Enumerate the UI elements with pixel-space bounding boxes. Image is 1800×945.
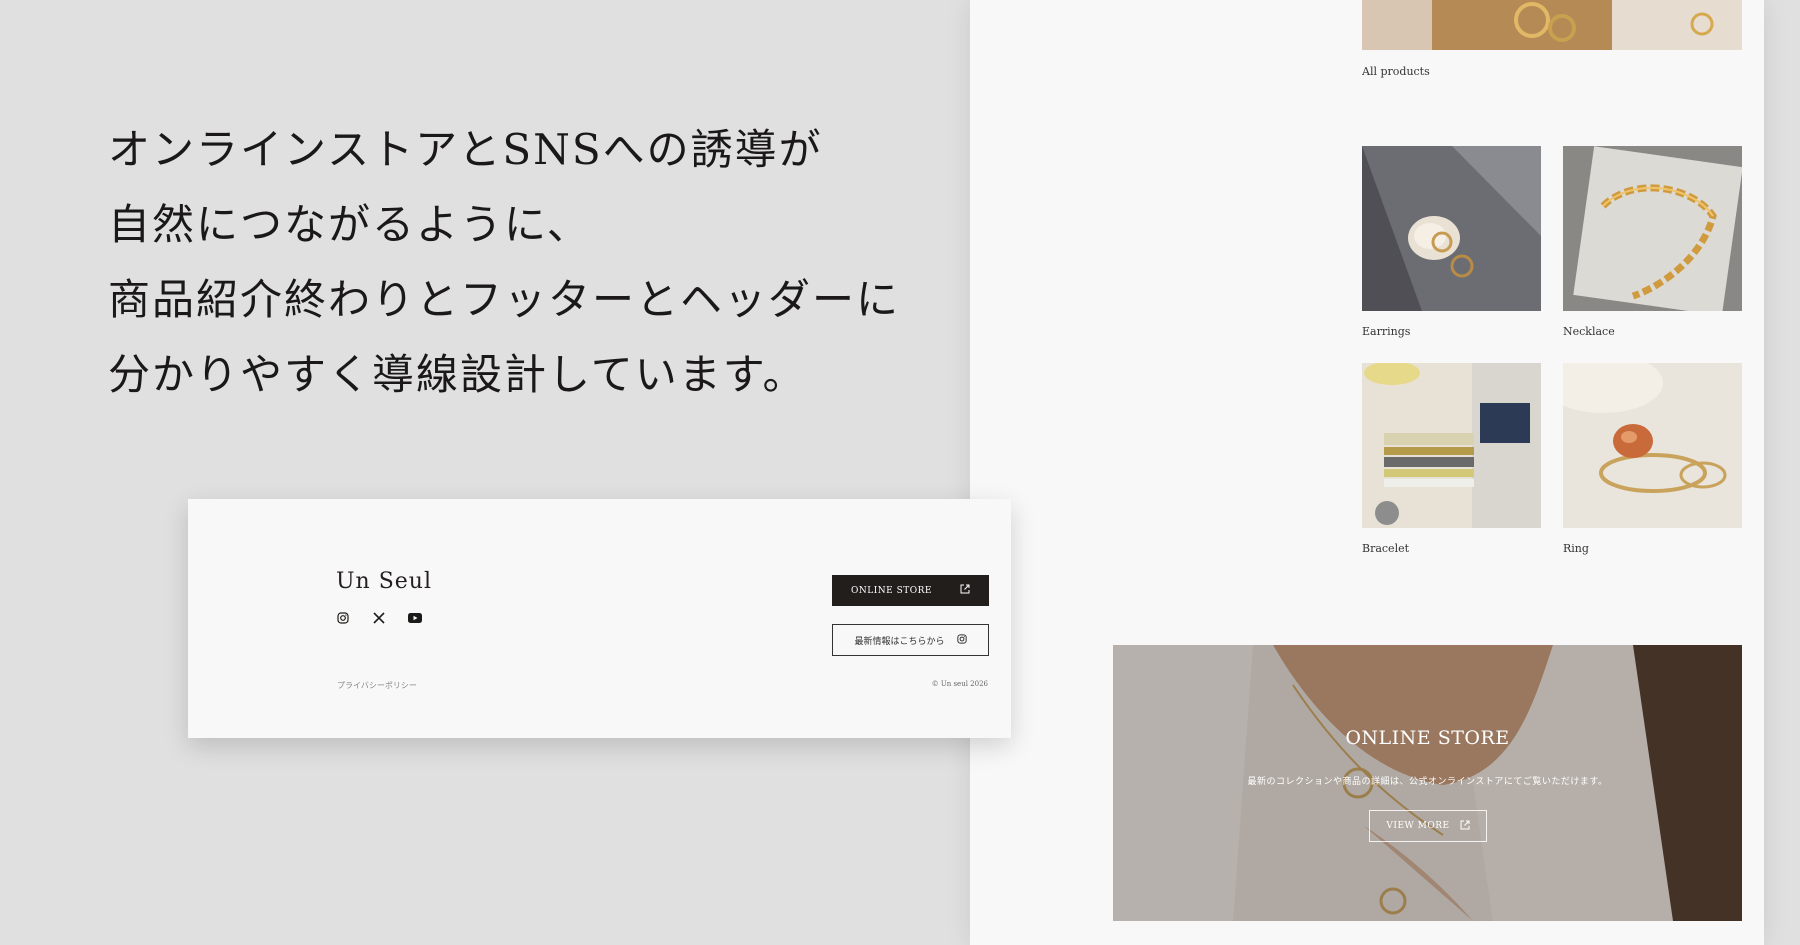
view-more-label: VIEW MORE bbox=[1386, 821, 1450, 831]
headline-line-1: オンラインストアとSNSへの誘導が bbox=[108, 125, 823, 174]
instagram-icon[interactable] bbox=[336, 611, 350, 625]
category-label-earrings[interactable]: Earrings bbox=[1362, 325, 1410, 338]
necklace-photo[interactable] bbox=[1563, 146, 1742, 311]
external-link-icon bbox=[1460, 820, 1470, 833]
bracelet-photo[interactable] bbox=[1362, 363, 1541, 528]
instagram-icon bbox=[956, 633, 967, 647]
category-label-necklace[interactable]: Necklace bbox=[1563, 325, 1615, 338]
youtube-icon[interactable] bbox=[408, 611, 422, 625]
view-more-button[interactable]: VIEW MORE bbox=[1369, 810, 1487, 842]
bracelet-image bbox=[1362, 363, 1541, 528]
all-products-image bbox=[1362, 0, 1742, 50]
headline: オンラインストアとSNSへの誘導が 自然につながるように、 商品紹介終わりとフッ… bbox=[108, 112, 908, 412]
footer-brand-logo[interactable]: Un Seul bbox=[336, 569, 432, 594]
necklace-image bbox=[1563, 146, 1742, 311]
earrings-image bbox=[1362, 146, 1541, 311]
all-products-photo[interactable] bbox=[1362, 0, 1742, 50]
external-link-icon bbox=[960, 584, 970, 597]
all-products-link[interactable]: All products bbox=[1362, 65, 1430, 78]
online-store-button-label: ONLINE STORE bbox=[851, 585, 932, 596]
banner-description: 最新のコレクションや商品の詳細は、公式オンラインストアにてご覧いただけます。 bbox=[1247, 777, 1608, 787]
banner-title: ONLINE STORE bbox=[1345, 727, 1510, 749]
x-icon[interactable] bbox=[372, 611, 386, 625]
copyright-text: © Un seul 2026 bbox=[931, 680, 988, 688]
footer-social-links bbox=[336, 611, 422, 625]
ring-photo[interactable] bbox=[1563, 363, 1742, 528]
headline-line-4: 分かりやすく導線設計しています。 bbox=[108, 350, 807, 399]
category-label-ring[interactable]: Ring bbox=[1563, 542, 1589, 555]
earrings-photo[interactable] bbox=[1362, 146, 1541, 311]
online-store-button[interactable]: ONLINE STORE bbox=[832, 575, 989, 606]
footer-preview: Un Seul プライバシーポリシー © Un seul 2026 ONLINE… bbox=[188, 499, 1011, 738]
ring-image bbox=[1563, 363, 1742, 528]
headline-line-3: 商品紹介終わりとフッターとヘッダーに bbox=[108, 275, 901, 324]
latest-news-button[interactable]: 最新情報はこちらから bbox=[832, 624, 989, 656]
headline-line-2: 自然につながるように、 bbox=[108, 200, 591, 249]
category-label-bracelet[interactable]: Bracelet bbox=[1362, 542, 1409, 555]
latest-news-button-label: 最新情報はこちらから bbox=[854, 636, 945, 647]
privacy-policy-link[interactable]: プライバシーポリシー bbox=[337, 680, 417, 691]
online-store-banner: ONLINE STORE 最新のコレクションや商品の詳細は、公式オンラインストア… bbox=[1113, 645, 1742, 921]
